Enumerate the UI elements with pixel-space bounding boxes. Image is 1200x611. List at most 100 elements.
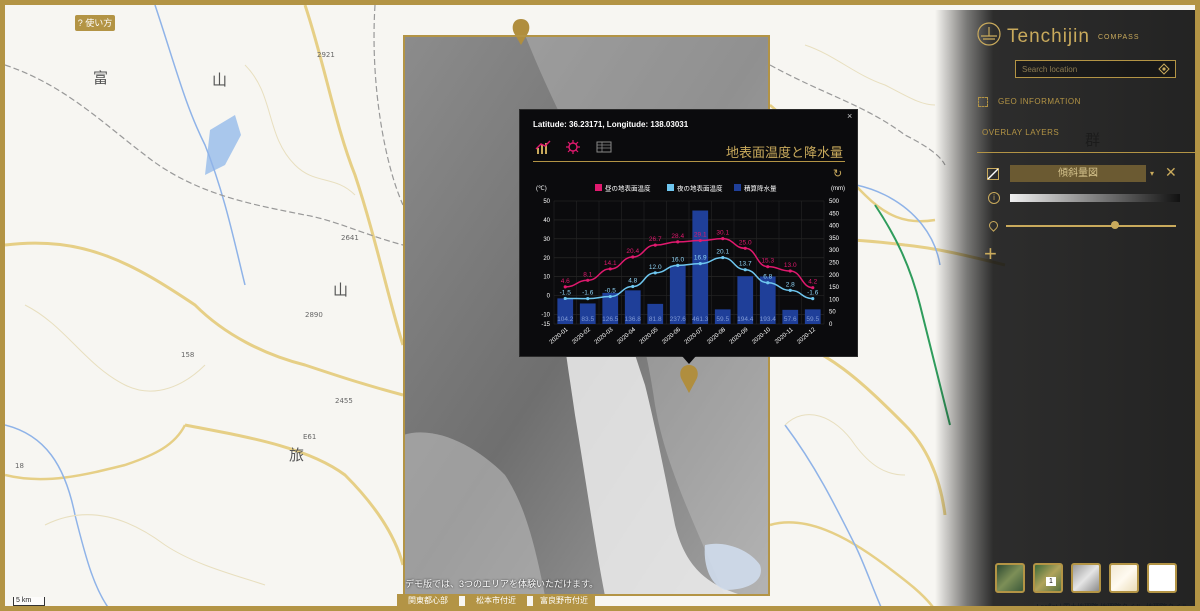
virus-tab-icon[interactable] [565,139,581,155]
popup-pointer [682,356,696,364]
night-temperature-point [563,296,567,301]
night-temperature-data-label: 2.8 [786,281,795,288]
opacity-slider[interactable] [1006,225,1176,227]
basemap-terrain[interactable]: 1 [1033,563,1063,593]
day-temperature-point [631,255,635,259]
day-temperature-point [766,265,770,269]
basemap-hillshade[interactable] [1071,563,1101,593]
day-temperature-data-label: 28.4 [671,233,684,240]
day-temperature-data-label: 4.2 [808,279,817,286]
y-left-axis-label: (℃) [536,186,547,192]
y-right-tick-label: 0 [829,322,833,328]
day-temperature-data-label: 13.0 [784,262,797,269]
demo-note: デモ版では、3つのエリアを体験いただけます。 [405,579,599,589]
y-left-tick-label: -10 [541,313,550,319]
popup-divider [533,161,845,162]
chevron-down-icon[interactable]: ▾ [1146,165,1158,182]
x-tick-label: 2020-08 [706,327,727,346]
add-layer-button[interactable]: + [984,241,997,267]
night-temperature-data-label: -1.5 [560,289,572,296]
day-temperature-data-label: 25.0 [739,239,752,246]
precipitation-data-label: 136.8 [625,316,642,323]
popup-title: 地表面温度と降水量 [725,145,843,160]
layer-select[interactable]: 傾斜量図 [1010,165,1146,182]
x-tick-label: 2020-10 [751,327,772,346]
overlay-layers-label: OVERLAY LAYERS [982,128,1060,137]
day-temperature-point [563,285,567,289]
night-temperature-point [766,281,770,285]
night-temperature-point [676,263,680,267]
precipitation-bar [692,210,709,324]
remove-layer-button[interactable]: ✕ [1165,164,1177,181]
precipitation-data-label: 126.5 [602,316,619,323]
brand-title: Tenchijin [1007,26,1090,47]
day-temperature-point [676,240,680,244]
night-temperature-data-label: 4.8 [628,278,637,285]
table-tab-icon[interactable] [596,139,612,155]
y-right-tick-label: 350 [829,236,840,242]
basemap-standard[interactable] [1109,563,1139,593]
area-button-matsumoto[interactable]: 松本市付近 [465,594,527,606]
tenchijin-logo-icon [977,22,1001,46]
geo-information-label: GEO INFORMATION [998,97,1081,107]
y-right-tick-label: 300 [829,248,840,254]
day-temperature-data-label: 14.1 [604,260,617,267]
night-temperature-point [608,294,612,299]
popup-coordinates: Latitude: 36.23171, Longitude: 138.03031 [533,120,689,129]
help-button[interactable]: ? 使い方 [75,15,115,31]
night-temperature-data-label: -1.6 [807,290,819,297]
locate-icon[interactable] [1158,63,1170,75]
overlay-divider [977,152,1195,153]
y-left-tick-label: 30 [543,237,550,243]
night-temperature-data-label: 16.9 [694,255,707,262]
y-right-tick-label: 250 [829,261,840,267]
night-temperature-point [788,288,792,292]
precipitation-data-label: 57.6 [784,316,797,323]
y-left-tick-label: 50 [543,199,550,205]
popup-close-button[interactable]: × [847,111,852,121]
info-icon[interactable]: i [988,192,1000,204]
chart-tab-icon[interactable] [535,139,551,155]
location-popup[interactable]: Latitude: 36.23171, Longitude: 138.03031… [519,109,858,357]
y-left-tick-label: -15 [541,322,550,328]
y-right-tick-label: 200 [829,273,840,279]
x-tick-label: 2020-04 [616,327,637,346]
opacity-slider-thumb[interactable] [1110,221,1119,229]
day-temperature-data-label: 4.6 [561,278,570,285]
y-left-tick-label: 10 [543,275,550,281]
chart-legend: 昼の地表面温度 夜の地表面温度 積算降水量 [595,184,777,193]
search-input[interactable] [1015,60,1176,78]
area-button-furano[interactable]: 富良野市付近 [533,594,595,606]
legend-label: 夜の地表面温度 [677,184,723,193]
map-label: 2455 [335,397,353,405]
day-temperature-point [653,243,657,247]
map-label: 旅 [289,446,304,464]
x-tick-label: 2020-01 [549,327,570,346]
y-right-tick-label: 50 [829,310,836,316]
basemap-blank[interactable] [1147,563,1177,593]
x-tick-label: 2020-11 [774,327,795,346]
legend-gradient [1010,194,1180,202]
precipitation-data-label: 461.3 [692,316,709,323]
area-button-kanto[interactable]: 関東都心部 [397,594,459,606]
y-left-tick-label: 20 [543,256,550,262]
legend-label: 積算降水量 [744,184,777,193]
night-temperature-data-label: 6.8 [763,274,772,281]
day-temperature-point [743,246,747,250]
night-temperature-point [698,262,702,266]
night-temperature-data-label: 13.7 [739,261,752,268]
y-right-tick-label: 450 [829,211,840,217]
map-label: 2641 [341,234,359,242]
basemap-satellite[interactable] [995,563,1025,593]
x-tick-label: 2020-12 [796,327,817,346]
night-temperature-point [631,284,635,289]
day-temperature-point [788,269,792,273]
legend-swatch [734,184,741,191]
geo-information-toggle[interactable]: GEO INFORMATION [978,97,1081,107]
y-right-tick-label: 400 [829,224,840,230]
x-tick-label: 2020-06 [661,327,682,346]
day-temperature-data-label: 26.7 [649,236,662,243]
scale-bar: 5 km [13,597,45,606]
x-tick-label: 2020-09 [729,327,750,346]
map-view[interactable]: 富 山 山 旅 群 2921 2890 2455 2641 E61 158 18 [0,0,1200,611]
